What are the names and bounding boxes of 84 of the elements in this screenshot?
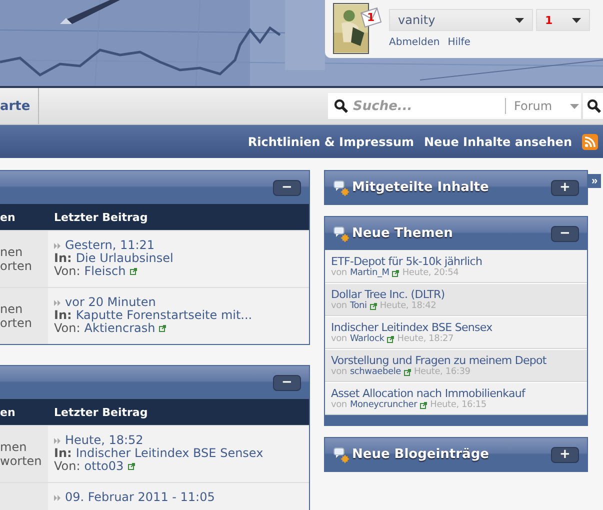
thread-item[interactable]: Indischer Leitindex BSE Sensex von Warlock Heute, 18:27 [325, 316, 587, 349]
external-link-icon [392, 270, 400, 276]
external-link-icon [404, 368, 411, 376]
external-link-icon [420, 402, 428, 408]
collapse-button[interactable]: − [273, 374, 301, 390]
thread-line: In: [54, 252, 72, 265]
column-header: en [0, 406, 16, 418]
stats-text: orten [0, 259, 33, 273]
by-label: von [331, 334, 347, 344]
post-time-link[interactable]: vor 20 Minuten [65, 296, 156, 309]
thread-time: Heute, 18:27 [397, 334, 454, 344]
thread-line: In: [54, 309, 72, 322]
thread-time: Heute, 16:15 [430, 400, 486, 410]
thread-line: In: [54, 447, 72, 460]
thread-link[interactable]: Die Urlaubsinsel [76, 252, 174, 265]
arrow-icon [54, 438, 61, 444]
collapse-button[interactable]: − [273, 180, 301, 196]
external-link-icon [387, 336, 394, 342]
nav-link[interactable]: Richtlinien & Impressum [248, 134, 414, 148]
author-label: Von: [54, 322, 80, 335]
search-field[interactable]: Suche... Forum [328, 93, 581, 119]
thread-title[interactable]: Asset Allocation nach Immobilienkauf [331, 387, 581, 400]
author-link[interactable]: Martin_M [350, 268, 390, 278]
author-label: Von: [54, 265, 80, 278]
post-time-link[interactable]: 09. Februar 2011 - 11:05 [65, 491, 215, 504]
author-link[interactable]: otto03 [84, 460, 124, 473]
author-link[interactable]: Toni [350, 301, 367, 311]
collapse-button[interactable]: − [551, 226, 579, 242]
arrow-icon [54, 242, 61, 248]
speech-bubble-icon [333, 180, 349, 196]
thread-item[interactable]: Dollar Tree Inc. (DLTR) von Toni Heute, 18:42 [325, 283, 587, 316]
block-title: Neue Blogeinträge [352, 447, 489, 462]
stats-text: orten [0, 316, 33, 330]
caret-icon [570, 104, 580, 108]
by-label: von [331, 301, 347, 311]
external-link-icon [128, 463, 135, 470]
search-icon [587, 99, 601, 113]
thread-time: Heute, 20:54 [402, 268, 459, 278]
scope-dropdown[interactable]: Forum [505, 98, 580, 114]
author-link[interactable]: schwaebele [350, 367, 401, 377]
speech-bubble-icon [333, 446, 349, 462]
column-header: Letzter Beitrag [53, 406, 148, 418]
thread-time: Heute, 16:39 [414, 367, 470, 377]
search-icon [334, 99, 348, 113]
stats-text: men [0, 440, 28, 454]
by-label: von [331, 268, 347, 278]
block-title: Mitgeteilte Inhalte [352, 180, 489, 195]
arrow-icon [54, 300, 61, 306]
author-link[interactable]: Warlock [350, 334, 384, 344]
column-header: Letzter Beitrag [53, 210, 148, 224]
arrow-icon [54, 494, 61, 500]
by-label: von [331, 367, 347, 377]
search-button[interactable] [583, 93, 603, 119]
post-time-link[interactable]: Heute, 18:52 [65, 434, 144, 447]
sidebar-toggle-button[interactable]: » [588, 174, 601, 188]
author-link[interactable]: Aktiencrash [84, 322, 156, 335]
speech-bubble-icon [333, 226, 349, 242]
thread-title[interactable]: ETF-Depot für 5k-10k jährlich [331, 255, 581, 268]
thread-title[interactable]: Dollar Tree Inc. (DLTR) [331, 288, 581, 301]
by-label: von [331, 400, 347, 410]
thread-title[interactable]: Vorstellung und Fragen zu meinem Depot [331, 354, 581, 367]
author-label: Von: [54, 460, 80, 473]
collapse-button[interactable]: + [551, 180, 579, 196]
rss-icon[interactable] [582, 134, 598, 150]
thread-item[interactable]: Vorstellung und Fragen zu meinem Depot von schwaebele Heute, 16:39 [325, 349, 587, 382]
author-link[interactable]: Fleisch [84, 265, 126, 278]
external-link-icon [130, 268, 137, 275]
post-time-link[interactable]: Gestern, 11:21 [65, 239, 155, 252]
author-link[interactable]: Moneycruncher [350, 400, 418, 410]
collapse-button[interactable]: + [551, 446, 579, 462]
stats-text: worten [0, 454, 43, 468]
stats-text: nen [0, 302, 24, 316]
nav-link[interactable]: Neue Inhalte ansehen [424, 134, 572, 148]
external-link-icon [159, 325, 166, 332]
nav-tab[interactable]: arte [0, 88, 40, 124]
stats-text: nen [0, 245, 24, 259]
thread-link[interactable]: Kaputte Forenstartseite mit... [76, 309, 252, 322]
block-title: Neue Themen [352, 226, 453, 241]
column-header: en [0, 210, 16, 224]
thread-item[interactable]: Asset Allocation nach Immobilienkauf von Moneycruncher Heute, 16:15 [325, 382, 587, 415]
thread-link[interactable]: Indischer Leitindex BSE Sensex [76, 447, 264, 460]
external-link-icon [370, 302, 377, 310]
thread-title[interactable]: Indischer Leitindex BSE Sensex [331, 321, 581, 334]
thread-time: Heute, 18:42 [380, 301, 436, 311]
